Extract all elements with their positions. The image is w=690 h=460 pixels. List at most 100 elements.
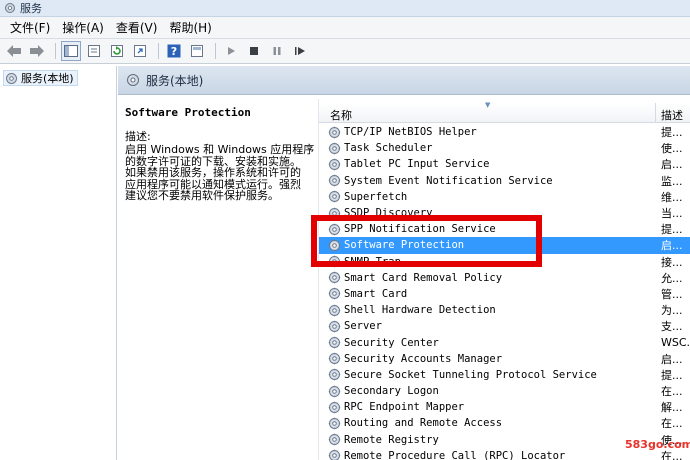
service-gear-icon (328, 417, 341, 430)
menu-help[interactable]: 帮助(H) (165, 19, 219, 36)
pause-icon[interactable] (267, 41, 287, 61)
description-line: 如果禁用该服务，操作系统和许可的 (125, 166, 301, 179)
service-name: SNMP Trap (344, 255, 401, 268)
service-row[interactable]: Secure Socket Tunneling Protocol Service… (319, 367, 690, 383)
start-icon[interactable] (221, 41, 241, 61)
service-row[interactable]: System Event Notification Service 监... (319, 173, 690, 189)
service-name: Secure Socket Tunneling Protocol Service (344, 368, 597, 381)
description-line: 启用 Windows 和 Windows 应用程序 (125, 143, 315, 156)
service-row[interactable]: Superfetch 维... (319, 189, 690, 205)
services-list: ▼ 名称 描述 TCP/IP NetBIOS Helper 提... Task Sc… (318, 99, 690, 460)
service-description: WSC... (661, 336, 690, 350)
back-icon[interactable] (4, 41, 24, 61)
description-line: 建议您不要禁用软件保护服务。 (125, 189, 279, 202)
service-row[interactable]: TCP/IP NetBIOS Helper 提... (319, 124, 690, 140)
service-row[interactable]: SPP Notification Service 提... (319, 221, 690, 237)
view-icon[interactable] (187, 41, 207, 61)
menu-file[interactable]: 文件(F) (6, 19, 58, 36)
service-row[interactable]: Smart Card Removal Policy 允... (319, 270, 690, 286)
stop-icon[interactable] (244, 41, 264, 61)
service-gear-icon (328, 304, 341, 316)
service-row[interactable]: Security Accounts Manager 启... (319, 351, 690, 367)
service-row[interactable]: SSDP Discovery 当... (319, 205, 690, 221)
service-row[interactable]: Tablet PC Input Service 启... (319, 156, 690, 172)
service-gear-icon (328, 158, 341, 171)
menu-bar: 文件(F) 操作(A) 查看(V) 帮助(H) (0, 17, 690, 39)
console-tree: 服务(本地) (0, 66, 117, 460)
service-description: 当... (661, 207, 683, 221)
export-list-icon[interactable] (130, 41, 150, 61)
main-pane-title: 服务(本地) (146, 73, 204, 88)
menu-view[interactable]: 查看(V) (112, 19, 166, 36)
service-name: Remote Procedure Call (RPC) Locator (344, 449, 566, 460)
service-row[interactable]: Secondary Logon 在... (319, 383, 690, 399)
svg-text:?: ? (171, 45, 177, 58)
tree-item-label: 服务(本地) (21, 72, 74, 85)
help-icon[interactable]: ? (164, 41, 184, 61)
service-row[interactable]: Shell Hardware Detection 为... (319, 302, 690, 318)
service-row[interactable]: Server 支... (319, 318, 690, 334)
service-row[interactable]: Task Scheduler 使... (319, 140, 690, 156)
service-name: SSDP Discovery (344, 207, 433, 220)
service-description: 允... (661, 271, 683, 285)
main-pane-header: 服务(本地) (118, 66, 690, 95)
watermark: 583go.com (625, 438, 690, 451)
service-name: Tablet PC Input Service (344, 158, 490, 171)
toolbar-separator (158, 43, 159, 59)
selected-service-name: Software Protection (125, 106, 251, 119)
service-description: 解... (661, 401, 683, 415)
refresh-icon[interactable] (107, 41, 127, 61)
list-header: ▼ 名称 描述 (319, 101, 690, 123)
service-name: Security Accounts Manager (344, 352, 503, 365)
service-name: RPC Endpoint Mapper (344, 401, 465, 414)
service-description: 接... (661, 255, 683, 269)
tree-item-services-local[interactable]: 服务(本地) (3, 70, 78, 86)
service-row[interactable]: RPC Endpoint Mapper 解... (319, 399, 690, 415)
description-text: 启用 Windows 和 Windows 应用程序 的数字许可证的下载、安装和实… (125, 144, 321, 202)
service-gear-icon (328, 369, 341, 381)
service-description: 使... (661, 142, 683, 156)
column-header-description[interactable]: 描述 (661, 107, 683, 123)
service-gear-icon (328, 433, 341, 446)
service-gear-icon (328, 207, 341, 219)
service-name: Shell Hardware Detection (344, 304, 496, 317)
service-description: 提... (661, 126, 683, 140)
service-gear-icon (328, 450, 341, 460)
service-description: 启... (661, 352, 683, 366)
service-name: Security Center (344, 336, 439, 349)
service-description-panel: Software Protection 描述: 启用 Windows 和 Win… (125, 106, 321, 202)
service-row[interactable]: Smart Card 管... (319, 286, 690, 302)
service-gear-icon (328, 142, 341, 154)
service-gear-icon (328, 174, 341, 187)
service-row[interactable]: Routing and Remote Access 在... (319, 415, 690, 431)
column-divider[interactable] (655, 103, 656, 123)
service-description: 管... (661, 287, 683, 301)
sort-indicator-icon: ▼ (485, 101, 491, 109)
service-description: 为... (661, 304, 683, 318)
column-header-name[interactable]: 名称 (330, 107, 352, 123)
title-bar: 服务 (0, 0, 690, 17)
service-description: 提... (661, 368, 683, 382)
console-tree-icon[interactable] (61, 41, 81, 61)
service-row[interactable]: Security Center WSC... (319, 334, 690, 350)
properties-icon[interactable] (84, 41, 104, 61)
main-pane: 服务(本地) Software Protection 描述: 启用 Window… (118, 66, 690, 460)
forward-icon[interactable] (27, 41, 47, 61)
service-name: TCP/IP NetBIOS Helper (344, 126, 477, 139)
service-gear-icon (328, 320, 341, 333)
service-description: 在... (661, 417, 683, 431)
service-name: Superfetch (344, 190, 408, 203)
menu-action[interactable]: 操作(A) (58, 19, 112, 36)
service-gear-icon (328, 239, 341, 252)
service-name: Remote Registry (344, 433, 439, 446)
service-gear-icon (328, 385, 341, 397)
service-description: 提... (661, 223, 683, 237)
service-name: Smart Card Removal Policy (344, 271, 503, 284)
service-row[interactable]: Software Protection 启... (319, 237, 690, 254)
restart-icon[interactable] (290, 41, 310, 61)
service-gear-icon (328, 191, 341, 203)
service-name: System Event Notification Service (344, 174, 553, 187)
service-name: Server (344, 320, 382, 333)
window-title: 服务 (20, 2, 42, 15)
service-row[interactable]: SNMP Trap 接... (319, 254, 690, 270)
